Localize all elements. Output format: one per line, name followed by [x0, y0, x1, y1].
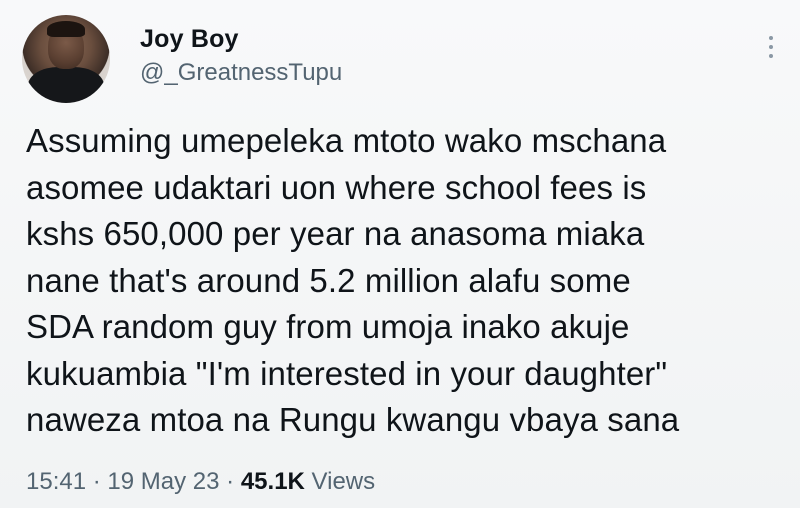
author-block[interactable]: Joy Boy @_GreatnessTupu: [140, 24, 342, 88]
avatar-hair: [47, 21, 85, 37]
tweet-line: kukuambia "I'm interested in your daught…: [26, 354, 668, 392]
avatar[interactable]: [22, 15, 110, 103]
avatar-body: [28, 67, 104, 103]
tweet-line: SDA random guy from umoja inako akuje: [26, 308, 630, 345]
more-dot: [769, 54, 773, 58]
tweet-date[interactable]: 19 May 23: [107, 468, 219, 495]
tweet-text: Assuming umepeleka mtoto wako mschana as…: [26, 118, 786, 444]
tweet-line: asomee udaktari uon where school fees is: [26, 168, 647, 206]
tweet-line: nane that's around 5.2 million alafu som…: [26, 261, 631, 299]
tweet-meta: 15:41 · 19 May 23 · 45.1K Views: [26, 467, 375, 497]
meta-separator: ·: [92, 468, 101, 495]
meta-separator: ·: [226, 468, 235, 495]
user-handle[interactable]: @_GreatnessTupu: [140, 58, 342, 88]
tweet-line: kshs 650,000 per year na anasoma miaka: [26, 215, 645, 252]
tweet-line: naweza mtoa na Rungu kwangu vbaya sana: [26, 401, 680, 438]
more-dot: [769, 36, 773, 40]
views-count[interactable]: 45.1K: [241, 468, 305, 495]
tweet-time[interactable]: 15:41: [26, 468, 86, 495]
views-label: Views: [311, 468, 376, 495]
tweet-card[interactable]: Joy Boy @_GreatnessTupu Assuming umepele…: [0, 0, 800, 508]
more-dot: [769, 45, 773, 49]
display-name[interactable]: Joy Boy: [140, 24, 342, 54]
more-vertical-icon[interactable]: [764, 36, 778, 70]
tweet-line: Assuming umepeleka mtoto wako mschana: [26, 122, 667, 159]
